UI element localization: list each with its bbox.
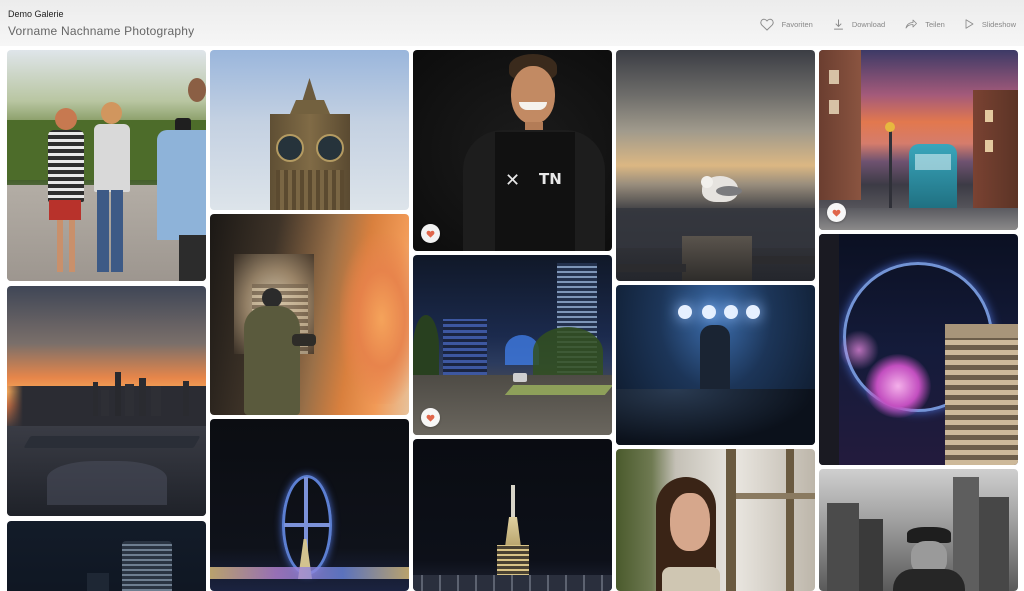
photo-tile[interactable] [7, 50, 206, 281]
favorite-badge[interactable] [827, 203, 846, 222]
photo-tile[interactable] [819, 50, 1018, 230]
heart-filled-icon [426, 225, 435, 243]
photo-tile[interactable] [210, 214, 409, 415]
photo-tile[interactable] [616, 50, 815, 281]
photo-tile[interactable] [413, 439, 612, 591]
photo-tile[interactable] [210, 50, 409, 210]
photo-tile[interactable] [7, 286, 206, 516]
photo-tile[interactable] [819, 234, 1018, 465]
favorite-badge[interactable] [421, 408, 440, 427]
photo-tile[interactable] [819, 469, 1018, 591]
photo-tile[interactable] [413, 255, 612, 435]
photo-tile[interactable] [210, 419, 409, 591]
favorite-badge[interactable] [421, 224, 440, 243]
heart-filled-icon [832, 204, 841, 222]
photo-tile[interactable] [616, 449, 815, 591]
photo-tile[interactable] [616, 285, 815, 445]
photo-tile[interactable]: ✕ TN [413, 50, 612, 251]
heart-filled-icon [426, 409, 435, 427]
photo-grid: ✕ TN [0, 0, 1024, 591]
photo-tile[interactable] [7, 521, 206, 591]
